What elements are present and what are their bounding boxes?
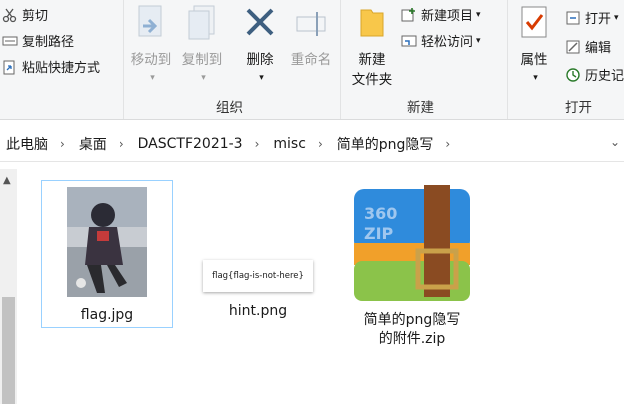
breadcrumb-misc[interactable]: misc xyxy=(267,136,310,152)
new-item-button[interactable]: 新建项目 ▾ xyxy=(401,5,481,24)
scrollbar-thumb[interactable] xyxy=(2,297,15,404)
copy-path-button[interactable]: 复制路径 xyxy=(2,31,74,50)
breadcrumb-this-pc[interactable]: 此电脑 xyxy=(0,134,52,154)
new-item-label: 新建项目 xyxy=(421,9,474,24)
delete-button[interactable]: 删除 ▾ xyxy=(238,4,282,84)
file-flag-jpg[interactable]: flag.jpg xyxy=(41,180,173,328)
ribbon: 剪切 复制路径 粘贴快捷方式 移动到 ▾ 复制到 ▾ 删除 ▾ 重命名 组织 新… xyxy=(0,0,624,120)
copy-to-label: 复制到 xyxy=(181,52,223,68)
chevron-down-icon: ▾ xyxy=(150,73,155,83)
easy-access-button[interactable]: 轻松访问 ▾ xyxy=(401,31,481,50)
breadcrumb-current[interactable]: 简单的png隐写 xyxy=(331,134,438,154)
copy-path-label: 复制路径 xyxy=(22,35,75,50)
open-label: 打开 xyxy=(585,12,612,27)
chevron-right-icon[interactable]: › xyxy=(247,137,268,151)
history-icon xyxy=(566,67,580,82)
scissors-icon xyxy=(2,8,17,22)
copy-to-button[interactable]: 复制到 ▾ xyxy=(178,4,226,84)
file-name: hint.png xyxy=(228,303,288,319)
new-folder-label-2: 文件夹 xyxy=(351,72,393,88)
move-to-label: 移动到 xyxy=(130,52,172,68)
chevron-down-icon: ▾ xyxy=(614,12,619,23)
chevron-down-icon: ▾ xyxy=(476,9,481,20)
edit-label: 编辑 xyxy=(585,41,612,56)
properties-label: 属性 xyxy=(520,52,548,68)
cut-button[interactable]: 剪切 xyxy=(2,5,48,24)
folder-icon xyxy=(360,9,384,37)
ribbon-separator xyxy=(507,0,508,119)
thumbnail-text: flag{flag-is-not-here} xyxy=(212,271,304,281)
new-group-label: 新建 xyxy=(407,100,434,116)
breadcrumb-dasctf[interactable]: DASCTF2021-3 xyxy=(132,136,247,152)
edit-button[interactable]: 编辑 xyxy=(565,37,611,56)
move-to-icon xyxy=(138,5,162,37)
chevron-down-icon[interactable]: ⌄ xyxy=(610,135,620,149)
history-label: 历史记 xyxy=(585,69,624,84)
file-zip-archive[interactable]: 360 ZIP 简单的png隐写 的附件.zip xyxy=(344,180,480,350)
cut-label: 剪切 xyxy=(22,9,49,24)
ribbon-separator xyxy=(340,0,341,119)
new-folder-button[interactable]: 新建 文件夹 xyxy=(346,4,398,88)
chevron-down-icon: ▾ xyxy=(533,73,538,83)
chevron-down-icon: ▾ xyxy=(259,73,264,83)
rename-button[interactable]: 重命名 xyxy=(285,4,337,68)
breadcrumb-desktop[interactable]: 桌面 xyxy=(73,134,111,154)
file-name-line-1: 简单的png隐写 xyxy=(363,312,461,328)
archive-360zip-icon: 360 ZIP xyxy=(354,185,470,301)
copy-path-icon xyxy=(2,36,18,45)
file-name: flag.jpg xyxy=(80,307,134,323)
open-group-label: 打开 xyxy=(565,100,592,116)
rename-label: 重命名 xyxy=(290,52,332,68)
history-button[interactable]: 历史记 xyxy=(565,65,624,84)
rename-icon xyxy=(296,12,326,36)
easy-access-icon xyxy=(401,35,417,46)
badge-text-360: 360 xyxy=(364,204,397,223)
chevron-right-icon[interactable]: › xyxy=(111,137,132,151)
properties-button[interactable]: 属性 ▾ xyxy=(512,4,556,84)
image-thumbnail xyxy=(67,187,147,297)
chevron-right-icon[interactable]: › xyxy=(52,137,73,151)
ribbon-separator xyxy=(123,0,124,119)
easy-access-label: 轻松访问 xyxy=(421,35,474,50)
chevron-right-icon[interactable]: › xyxy=(437,137,458,151)
edit-icon xyxy=(566,40,580,53)
badge-text-zip: ZIP xyxy=(364,224,394,243)
paste-shortcut-label: 粘贴快捷方式 xyxy=(22,61,101,76)
copy-to-icon xyxy=(188,5,215,40)
chevron-down-icon: ▾ xyxy=(201,73,206,83)
paste-shortcut-button[interactable]: 粘贴快捷方式 xyxy=(2,57,100,76)
delete-label: 删除 xyxy=(246,52,274,68)
image-thumbnail: flag{flag-is-not-here} xyxy=(203,260,313,292)
organize-group-label: 组织 xyxy=(216,100,243,116)
open-icon xyxy=(566,11,580,24)
open-button[interactable]: 打开 ▾ xyxy=(565,8,619,27)
paste-shortcut-icon xyxy=(3,60,15,74)
move-to-button[interactable]: 移动到 ▾ xyxy=(127,4,175,84)
scroll-up-icon[interactable]: ▲ xyxy=(3,175,11,186)
new-folder-label-1: 新建 xyxy=(358,52,386,68)
address-bar[interactable]: 此电脑 › 桌面 › DASCTF2021-3 › misc › 简单的png隐… xyxy=(0,127,624,162)
properties-icon xyxy=(521,6,547,38)
file-hint-png[interactable]: flag{flag-is-not-here} hint.png xyxy=(196,180,320,326)
delete-x-icon xyxy=(246,8,274,36)
new-item-icon xyxy=(401,7,415,21)
chevron-down-icon: ▾ xyxy=(476,35,481,46)
chevron-right-icon[interactable]: › xyxy=(310,137,331,151)
file-name-line-2: 的附件.zip xyxy=(378,331,446,347)
nav-pane-scrollbar[interactable]: ▲ xyxy=(0,169,17,404)
